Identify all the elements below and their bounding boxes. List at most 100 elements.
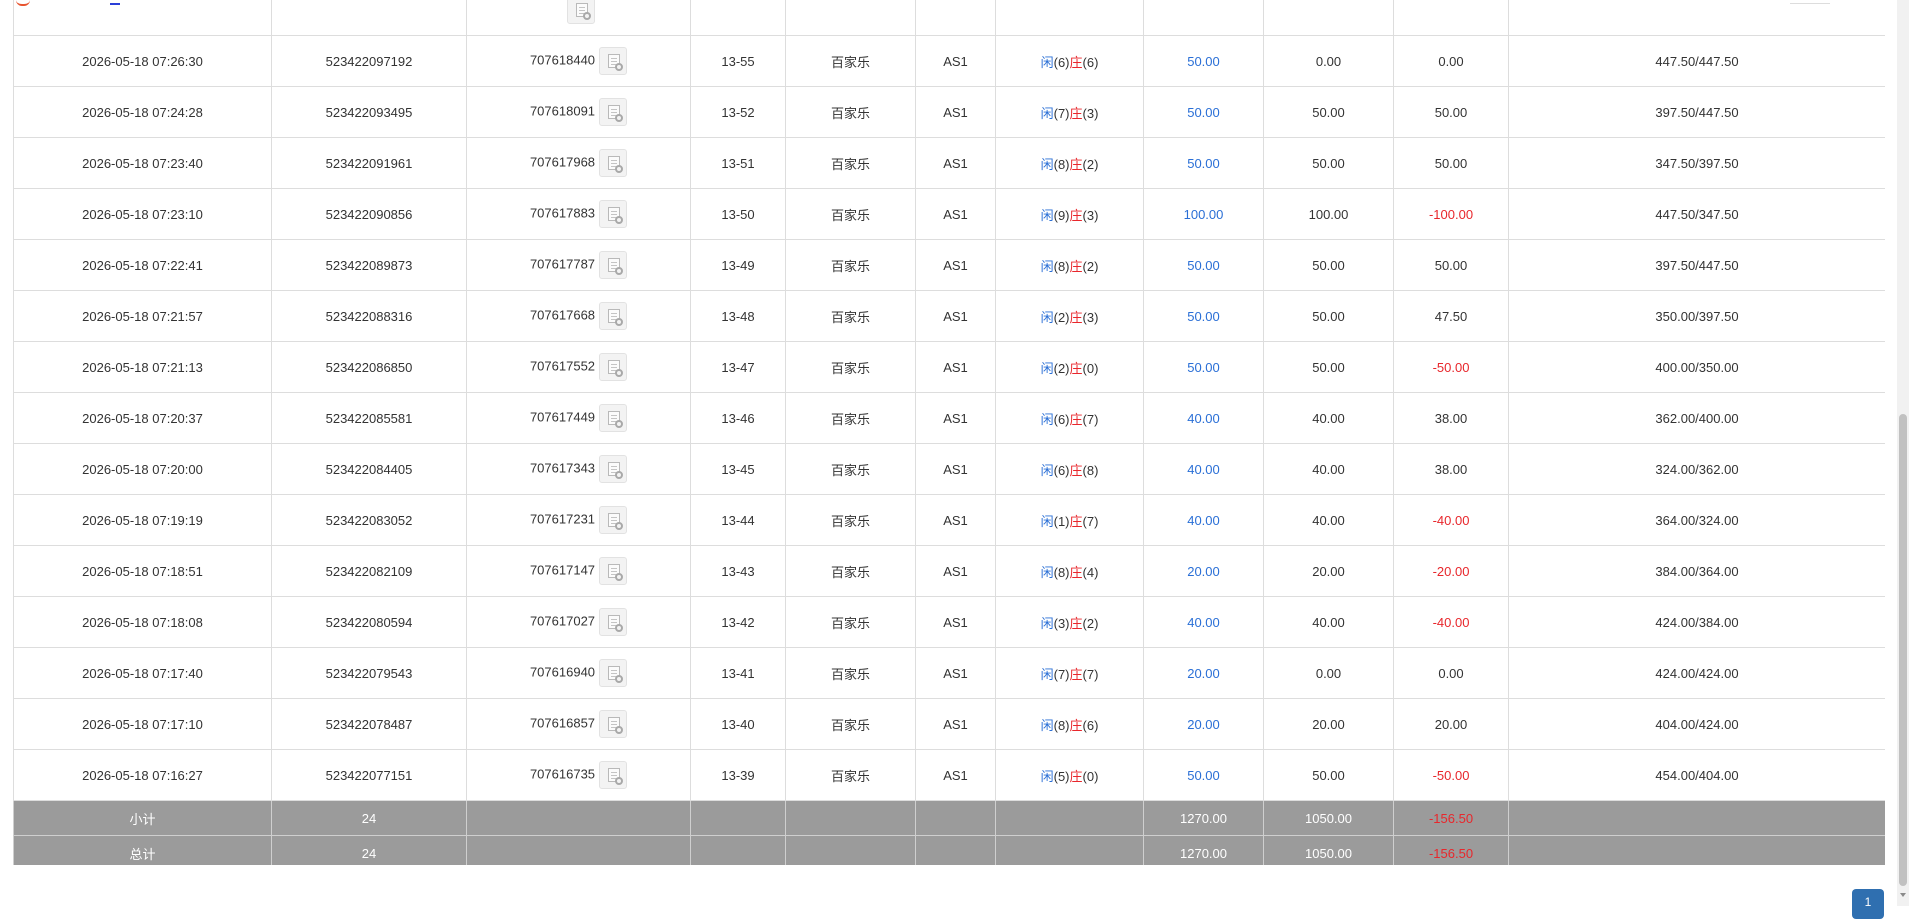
bet-time-cell: 2026-05-18 07:24:28 bbox=[13, 86, 272, 138]
table-row: 2026-05-18 07:17:10 523422078487 707616857… bbox=[13, 698, 1885, 750]
replay-detail-icon[interactable] bbox=[599, 251, 628, 279]
subtotal-label-cell: 小计 bbox=[13, 800, 272, 836]
result-player-score: (7) bbox=[1053, 105, 1070, 121]
total-win-loss-cell: -156.50 bbox=[1393, 835, 1509, 865]
table-name: AS1 bbox=[943, 461, 968, 477]
bet-amount-cell: 40.00 bbox=[1143, 596, 1264, 648]
table-name-cell: AS1 bbox=[915, 647, 996, 699]
shoe-round-cell: 13-45 bbox=[690, 443, 786, 495]
replay-detail-icon[interactable] bbox=[599, 200, 628, 228]
bet-time: 2026-05-18 07:18:51 bbox=[82, 563, 203, 579]
balance-before-after: 364.00/324.00 bbox=[1655, 512, 1739, 528]
valid-bet-cell: 0.00 bbox=[1263, 647, 1394, 699]
scrollbar-thumb[interactable] bbox=[1899, 414, 1907, 886]
bet-amount-cell: 50.00 bbox=[1143, 290, 1264, 342]
round-id: 707616735 bbox=[529, 766, 596, 782]
result-player-label: 闲 bbox=[1040, 462, 1054, 478]
valid-bet-cell: 50.00 bbox=[1263, 86, 1394, 138]
empty-cell bbox=[995, 835, 1144, 865]
win-loss-cell: 50.00 bbox=[1393, 137, 1509, 189]
replay-detail-icon[interactable] bbox=[599, 47, 628, 75]
total-bet-cell: 1270.00 bbox=[1143, 835, 1264, 865]
result-player-label: 闲 bbox=[1040, 564, 1054, 580]
replay-detail-icon[interactable] bbox=[599, 455, 628, 483]
shoe-round-cell: 13-51 bbox=[690, 137, 786, 189]
valid-bet: 40.00 bbox=[1312, 410, 1345, 426]
win-loss: -40.00 bbox=[1432, 512, 1470, 528]
result-banker-score: (3) bbox=[1082, 105, 1099, 121]
bet-amount-cell: 50.00 bbox=[1143, 137, 1264, 189]
balance-before-after: 397.50/447.50 bbox=[1655, 257, 1739, 273]
replay-detail-icon[interactable] bbox=[599, 710, 628, 738]
result-cell: 闲(8)庄(6) bbox=[995, 698, 1144, 750]
table-row: 2026-05-18 07:17:40 523422079543 707616940… bbox=[13, 647, 1885, 699]
win-loss-cell: -50.00 bbox=[1393, 749, 1509, 801]
result-banker-label: 庄 bbox=[1069, 207, 1083, 223]
bet-amount: 50.00 bbox=[1187, 308, 1220, 324]
result-cell: 闲(1)庄(7) bbox=[995, 494, 1144, 546]
game-type-cell: 百家乐 bbox=[785, 749, 916, 801]
result-cell: 闲(2)庄(0) bbox=[995, 341, 1144, 393]
table-name-cell: AS1 bbox=[915, 545, 996, 597]
win-loss: 38.00 bbox=[1434, 410, 1468, 426]
game-type-cell: 百家乐 bbox=[785, 596, 916, 648]
bet-amount-cell: 100.00 bbox=[1143, 188, 1264, 240]
balance-before-after: 347.50/397.50 bbox=[1655, 155, 1739, 171]
balance-before-after: 424.00/384.00 bbox=[1655, 614, 1739, 630]
empty-cell bbox=[915, 800, 996, 836]
result-player-label: 闲 bbox=[1040, 156, 1054, 172]
replay-detail-icon[interactable] bbox=[599, 557, 628, 585]
pagination-page-button[interactable]: 1 bbox=[1852, 889, 1884, 919]
replay-detail-icon[interactable] bbox=[599, 302, 628, 330]
result-banker-label: 庄 bbox=[1069, 156, 1083, 172]
bet-amount-cell: 40.00 bbox=[1143, 494, 1264, 546]
result-cell: 闲(6)庄(7) bbox=[995, 392, 1144, 444]
balance-before-after: 362.00/400.00 bbox=[1655, 410, 1739, 426]
result-banker-label: 庄 bbox=[1069, 462, 1083, 478]
bet-time-cell: 2026-05-18 07:17:40 bbox=[13, 647, 272, 699]
shoe-round: 13-50 bbox=[721, 206, 755, 222]
subtotal-bet: 1270.00 bbox=[1180, 810, 1227, 826]
subtotal-count: 24 bbox=[361, 810, 377, 826]
bet-amount: 50.00 bbox=[1187, 53, 1220, 69]
bet-amount: 20.00 bbox=[1187, 665, 1220, 681]
scroll-down-arrow-icon[interactable] bbox=[1900, 893, 1906, 897]
balance-before-after: 447.50/447.50 bbox=[1655, 53, 1739, 69]
replay-detail-icon[interactable] bbox=[599, 98, 628, 126]
bet-time-cell: 2026-05-18 07:16:27 bbox=[13, 749, 272, 801]
balance-cell: 397.50/447.50 bbox=[1508, 86, 1885, 138]
bet-time-cell: 2026-05-18 07:23:40 bbox=[13, 137, 272, 189]
table-row: 2026-05-18 07:19:19 523422083052 707617231… bbox=[13, 494, 1885, 546]
bet-amount-cell: 50.00 bbox=[1143, 239, 1264, 291]
replay-detail-icon[interactable] bbox=[599, 353, 628, 381]
replay-detail-icon[interactable] bbox=[566, 0, 595, 24]
replay-detail-icon[interactable] bbox=[599, 506, 628, 534]
vertical-scrollbar[interactable] bbox=[1897, 0, 1909, 906]
result-cell: 闲(2)庄(3) bbox=[995, 290, 1144, 342]
game-type: 百家乐 bbox=[830, 309, 870, 325]
bet-id: 523422093495 bbox=[325, 104, 413, 120]
round-id-cell: 707617552 bbox=[466, 341, 691, 393]
result-cell: 闲(8)庄(2) bbox=[995, 239, 1144, 291]
result-banker-score: (3) bbox=[1082, 207, 1099, 223]
replay-detail-icon[interactable] bbox=[599, 404, 628, 432]
replay-detail-icon[interactable] bbox=[599, 659, 628, 687]
bet-amount: 40.00 bbox=[1187, 410, 1220, 426]
balance-before-after: 404.00/424.00 bbox=[1655, 716, 1739, 732]
game-type: 百家乐 bbox=[830, 615, 870, 631]
empty-cell bbox=[1508, 800, 1885, 836]
round-id: 707617343 bbox=[529, 460, 596, 476]
result-player-score: (9) bbox=[1053, 207, 1070, 223]
table-name: AS1 bbox=[943, 410, 968, 426]
bet-time: 2026-05-18 07:22:41 bbox=[82, 257, 203, 273]
replay-detail-icon[interactable] bbox=[599, 149, 628, 177]
game-type-cell: 百家乐 bbox=[785, 545, 916, 597]
table-row: 2026-05-18 07:18:08 523422080594 707617027… bbox=[13, 596, 1885, 648]
replay-detail-icon[interactable] bbox=[599, 608, 628, 636]
bet-amount-cell: 50.00 bbox=[1143, 35, 1264, 87]
round-id: 707616940 bbox=[529, 664, 596, 680]
bet-time-cell: 2026-05-18 07:18:51 bbox=[13, 545, 272, 597]
replay-detail-icon[interactable] bbox=[599, 761, 628, 789]
shoe-round: 13-52 bbox=[721, 104, 755, 120]
game-type-cell: 百家乐 bbox=[785, 392, 916, 444]
